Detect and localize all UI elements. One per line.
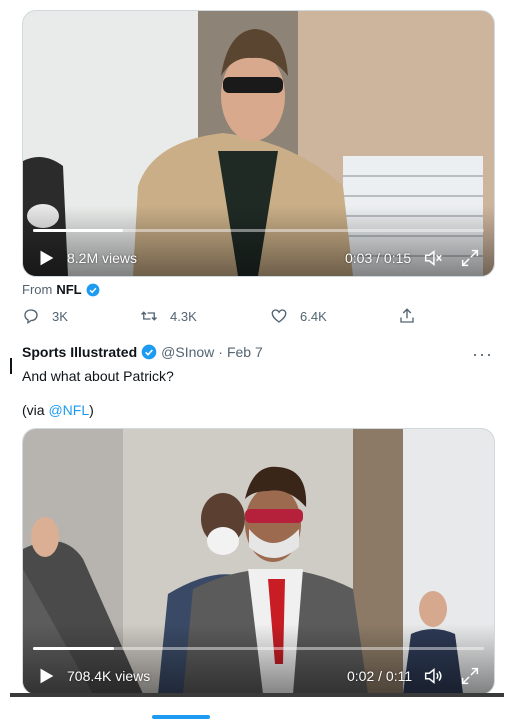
view-count: 8.2M views xyxy=(67,250,138,266)
play-button[interactable] xyxy=(35,247,57,269)
fullscreen-icon xyxy=(461,667,479,685)
video-player-2[interactable]: 708.4K views 0:02 / 0:11 xyxy=(22,428,495,695)
retweet-button[interactable]: 4.3K xyxy=(140,307,197,325)
speaker-icon xyxy=(424,668,442,684)
bottom-divider xyxy=(10,693,504,697)
author-handle[interactable]: @SInow xyxy=(161,344,214,360)
video-progress-bar[interactable] xyxy=(33,647,484,650)
play-icon xyxy=(40,668,54,684)
bottom-nav-indicator xyxy=(152,715,210,719)
play-button[interactable] xyxy=(35,665,57,687)
via-prefix: (via xyxy=(22,402,49,418)
more-options-icon[interactable]: ··· xyxy=(472,344,493,365)
tweet-header: Sports Illustrated @SInow · Feb 7 xyxy=(22,344,263,360)
play-icon xyxy=(40,250,54,266)
tweet-via-line: (via @NFL) xyxy=(22,402,94,418)
video-time: 0:03 / 0:15 xyxy=(345,250,412,266)
video-progress-fill xyxy=(33,647,115,650)
share-icon xyxy=(400,308,414,323)
reply-button[interactable]: 3K xyxy=(22,307,68,325)
via-mention-link[interactable]: @NFL xyxy=(48,402,89,418)
verified-badge-icon xyxy=(141,344,157,360)
reply-count: 3K xyxy=(52,308,68,324)
video-progress-bar[interactable] xyxy=(33,229,484,232)
video-time: 0:02 / 0:11 xyxy=(347,668,413,684)
via-suffix: ) xyxy=(89,402,94,418)
fullscreen-button[interactable] xyxy=(459,247,481,269)
retweet-icon xyxy=(141,311,157,321)
retweet-count: 4.3K xyxy=(170,308,197,324)
mute-button[interactable] xyxy=(422,247,444,269)
like-count: 6.4K xyxy=(300,308,327,324)
cursor-marker xyxy=(10,358,12,374)
fullscreen-icon xyxy=(461,249,479,267)
reply-icon xyxy=(24,309,38,325)
video-source-attribution: From NFL xyxy=(22,282,100,297)
view-count: 708.4K views xyxy=(67,668,151,684)
share-button[interactable] xyxy=(398,307,416,325)
verified-badge-icon xyxy=(86,283,100,296)
source-prefix: From xyxy=(22,282,53,297)
header-separator: · xyxy=(218,344,223,360)
muted-speaker-icon xyxy=(424,250,442,266)
fullscreen-button[interactable] xyxy=(459,665,481,687)
heart-icon xyxy=(271,309,287,323)
author-name[interactable]: Sports Illustrated xyxy=(22,344,137,360)
volume-button[interactable] xyxy=(422,665,444,687)
video-progress-fill xyxy=(33,229,124,232)
video-player-1[interactable]: 8.2M views 0:03 / 0:15 xyxy=(22,10,495,277)
tweet-date[interactable]: Feb 7 xyxy=(227,344,263,360)
source-account-link[interactable]: NFL xyxy=(56,282,81,297)
like-button[interactable]: 6.4K xyxy=(270,307,327,325)
tweet-action-bar: 3K 4.3K 6.4K xyxy=(22,307,492,331)
tweet-text: And what about Patrick? xyxy=(22,368,174,384)
